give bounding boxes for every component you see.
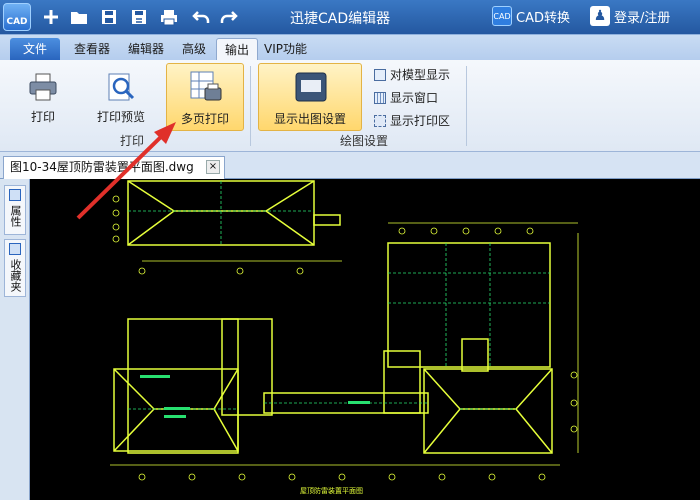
red-pointer-arrow — [76, 122, 176, 220]
